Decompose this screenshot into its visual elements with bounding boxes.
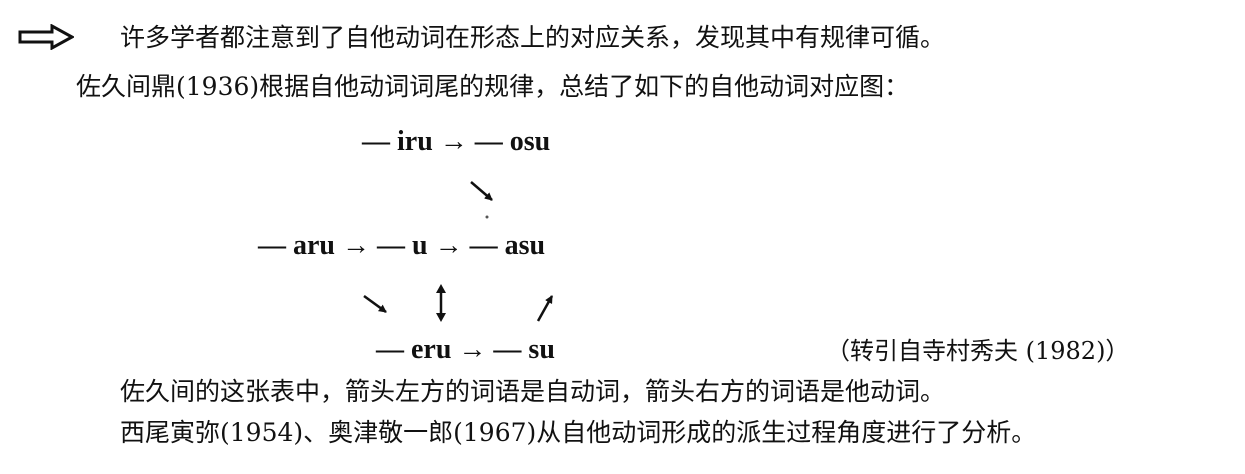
double-vertical-arrow-icon bbox=[436, 284, 446, 322]
diagram-row-aru-u-asu: — aru → — u → — asu bbox=[258, 230, 546, 261]
arrow-down-right-icon bbox=[363, 294, 387, 314]
citation: （转引自寺村秀夫 (1982)） bbox=[826, 337, 1130, 365]
paragraph-line-4: 西尾寅弥(1954)、奥津敬一郎(1967)从自他动词形成的派生过程角度进行了分… bbox=[120, 418, 1037, 447]
diagram-row-iru-osu: — iru → — osu bbox=[362, 126, 551, 157]
paragraph-line-2: 佐久间鼎(1936)根据自他动词词尾的规律，总结了如下的自他动词对应图： bbox=[76, 72, 910, 101]
arrow-up-right-icon bbox=[536, 295, 554, 322]
paragraph-line-1: 许多学者都注意到了自他动词在形态上的对应关系，发现其中有规律可循。 bbox=[120, 23, 946, 52]
paragraph-line-3: 佐久间的这张表中，箭头左方的词语是自动词，箭头右方的词语是他动词。 bbox=[120, 377, 946, 406]
arrow-down-right-icon bbox=[470, 181, 493, 201]
hollow-right-arrow-icon bbox=[18, 24, 74, 50]
diagram-row-eru-su: — eru → — su bbox=[376, 334, 555, 365]
